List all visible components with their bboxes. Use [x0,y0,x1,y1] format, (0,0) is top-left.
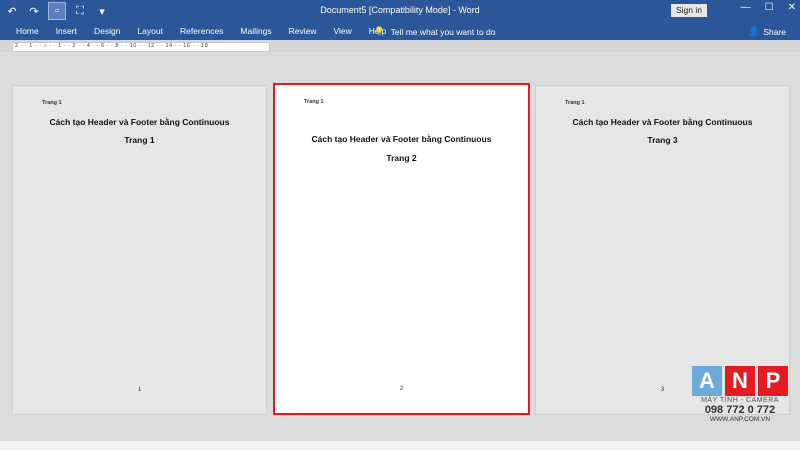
status-bar [0,441,800,450]
page-label: Trang 3 [647,135,678,145]
window-controls: — ☐ ✕ [741,2,796,13]
ruler-scale: 2 · · 1 · · ⌂ · · 1 · · 2 · · 4 · · 6 · … [12,42,270,52]
tell-me-box[interactable]: 💡 Tell me what you want to do [374,26,495,37]
tab-layout[interactable]: Layout [137,26,163,36]
close-icon[interactable]: ✕ [788,2,796,13]
tell-me-label: Tell me what you want to do [390,26,496,37]
horizontal-ruler[interactable]: 2 · · 1 · · ⌂ · · 1 · · 2 · · 4 · · 6 · … [0,40,800,52]
page-header: Trang 1 [304,99,324,105]
tab-mailings[interactable]: Mailings [240,26,271,36]
page-number: 1 [137,387,142,393]
tab-references[interactable]: References [180,26,223,36]
page-label: Trang 2 [386,153,417,163]
sign-in-button[interactable]: Sign in [671,4,707,17]
page-2[interactable]: Trang 1 Cách tạo Header và Footer bằng C… [273,83,530,415]
page-header: Trang 1 [42,100,62,106]
page-1[interactable]: Trang 1 Cách tạo Header và Footer bằng C… [12,85,267,415]
anp-watermark-logo: A N P MÁY TÍNH - CAMERA 098 772 0 772 WW… [692,366,788,432]
share-label: Share [763,26,786,37]
tab-home[interactable]: Home [16,26,39,36]
lightbulb-icon: 💡 [374,26,385,36]
logo-letter-n: N [725,366,755,396]
page-number: 2 [399,386,404,392]
share-button[interactable]: 👤 Share [749,26,786,37]
logo-website: WWW.ANP.COM.VN [709,416,771,423]
title-bar: ↶ ↷ ▫ ⛶ ▾ Document5 [Compatibility Mode]… [0,0,800,22]
tab-review[interactable]: Review [289,26,317,36]
page-title: Cách tạo Header và Footer bằng Continuou… [311,134,492,144]
logo-letter-p: P [758,366,788,396]
page-label: Trang 1 [124,135,155,145]
logo-subtitle: MÁY TÍNH - CAMERA [701,397,779,404]
tab-design[interactable]: Design [94,26,120,36]
minimize-icon[interactable]: — [741,2,751,13]
maximize-icon[interactable]: ☐ [765,2,774,13]
ribbon-tabs: Home Insert Design Layout References Mai… [0,22,800,40]
page-title: Cách tạo Header và Footer bằng Continuou… [572,117,753,127]
ruler-numbers: 2 · · 1 · · ⌂ · · 1 · · 2 · · 4 · · 6 · … [15,43,209,49]
tab-list: Home Insert Design Layout References Mai… [16,26,403,36]
tab-insert[interactable]: Insert [56,26,77,36]
logo-letter-a: A [692,366,722,396]
user-icon: 👤 [748,26,760,36]
logo-letters: A N P [692,366,788,396]
logo-phone: 098 772 0 772 [704,404,776,416]
page-title: Cách tạo Header và Footer bằng Continuou… [49,117,230,127]
tab-view[interactable]: View [333,26,351,36]
page-header: Trang 1 [565,100,585,106]
